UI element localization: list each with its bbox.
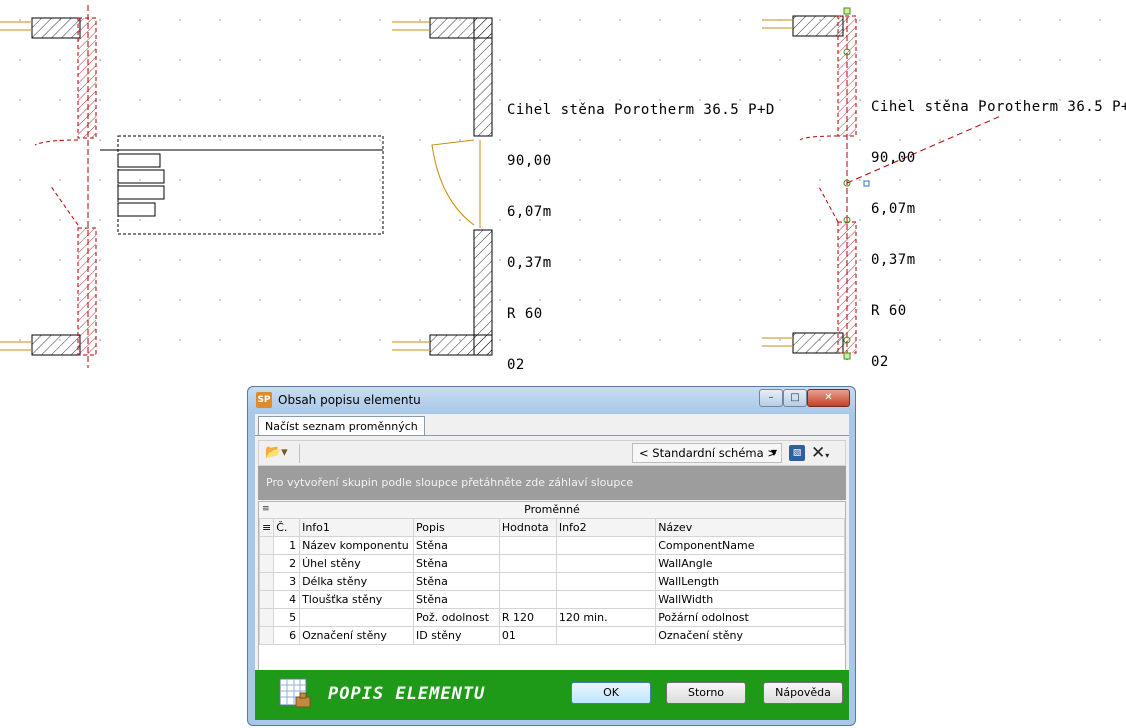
row-selector[interactable] xyxy=(258,554,275,573)
column-chooser-icon[interactable]: ≡ xyxy=(262,502,270,517)
table-cell[interactable] xyxy=(299,608,415,627)
table-cell[interactable]: WallWidth xyxy=(655,590,845,609)
table-cell[interactable]: Délka stěny xyxy=(299,572,415,591)
label-line: 6,07m xyxy=(871,201,916,217)
table-cell[interactable]: ComponentName xyxy=(655,536,845,555)
table-cell[interactable]: Pož. odolnost xyxy=(413,608,500,627)
toolbar-separator xyxy=(299,444,300,463)
table-cell[interactable]: Stěna xyxy=(413,554,500,573)
table-cell[interactable]: Název komponentu xyxy=(299,536,415,555)
table-cell[interactable]: Stěna xyxy=(413,572,500,591)
table-cell[interactable] xyxy=(498,536,557,555)
delete-icon[interactable]: ✕▾ xyxy=(811,442,829,467)
dialog-footer: POPIS ELEMENTU OK Storno Nápověda xyxy=(255,670,849,720)
table-row[interactable]: 1 Název komponentu Stěna ComponentName xyxy=(258,536,845,555)
row-selector[interactable] xyxy=(258,608,275,627)
footer-title: POPIS ELEMENTU xyxy=(328,684,486,704)
column-header[interactable]: Info1 xyxy=(299,518,415,537)
label-line: 6,07m xyxy=(507,204,552,220)
table-cell[interactable] xyxy=(555,572,657,591)
table-cell[interactable] xyxy=(498,554,557,573)
table-cell[interactable]: 120 min. xyxy=(555,608,657,627)
table-row[interactable]: 5 Pož. odolnost R 120 120 min. Požární o… xyxy=(258,608,845,627)
table-cell[interactable] xyxy=(555,554,657,573)
variables-table: ≡ Č. Info1 Popis Hodnota Info2 Název 1 N… xyxy=(258,518,845,645)
row-selector[interactable] xyxy=(258,536,275,555)
table-cell[interactable]: R 120 xyxy=(498,608,557,627)
table-cell[interactable]: 4 xyxy=(273,590,301,609)
table-cell[interactable]: Požární odolnost xyxy=(655,608,845,627)
save-icon[interactable]: ▧ xyxy=(789,445,805,461)
table-cell[interactable]: ID stěny xyxy=(413,626,500,645)
table-cell[interactable]: 01 xyxy=(498,626,557,645)
row-selector[interactable] xyxy=(258,572,275,591)
row-selector[interactable] xyxy=(258,590,275,609)
table-row[interactable]: 6 Označení stěny ID stěny 01 Označení st… xyxy=(258,626,845,645)
table-cell[interactable] xyxy=(498,572,557,591)
close-icon[interactable]: ✕ xyxy=(807,389,850,407)
schema-select-value: < Standardní schéma > xyxy=(639,446,777,460)
dialog-titlebar[interactable]: SP Obsah popisu elementu – □ ✕ xyxy=(248,387,855,413)
table-cell[interactable]: Stěna xyxy=(413,536,500,555)
table-cell[interactable] xyxy=(555,626,657,645)
row-selector[interactable] xyxy=(258,626,275,645)
chevron-down-icon: ▼ xyxy=(770,448,777,457)
toolbar: 📂▾ < Standardní schéma > ▼ ▧ ✕▾ xyxy=(258,440,846,466)
maximize-icon[interactable]: □ xyxy=(783,389,807,407)
cancel-button[interactable]: Storno xyxy=(666,682,746,704)
column-header[interactable]: Název xyxy=(655,518,845,537)
label-line: R 60 xyxy=(871,303,907,319)
band-header: ≡ Proměnné xyxy=(259,502,845,519)
table-cell[interactable]: Tloušťka stěny xyxy=(299,590,415,609)
table-cell[interactable]: 5 xyxy=(273,608,301,627)
table-row[interactable]: 2 Úhel stěny Stěna WallAngle xyxy=(258,554,845,573)
open-folder-icon[interactable]: 📂▾ xyxy=(265,445,295,461)
group-by-drop-area[interactable]: Pro vytvoření skupin podle sloupce přetá… xyxy=(258,466,846,500)
table-row[interactable]: 4 Tloušťka stěny Stěna WallWidth xyxy=(258,590,845,609)
dialog-title: Obsah popisu elementu xyxy=(278,393,421,407)
table-cell[interactable]: WallLength xyxy=(655,572,845,591)
table-cell[interactable]: Stěna xyxy=(413,590,500,609)
element-description-dialog: SP Obsah popisu elementu – □ ✕ Načíst se… xyxy=(247,386,856,726)
label-line: 90,00 xyxy=(507,153,552,169)
app-icon: SP xyxy=(256,392,272,408)
label-line: 02 xyxy=(871,354,889,370)
table-cell[interactable] xyxy=(555,590,657,609)
wall-label-right: Cihel stěna Porotherm 36.5 P+D 90,00 6,0… xyxy=(871,65,1126,388)
variables-grid: ≡ Proměnné ≡ Č. Info1 Popis Hodnota Info… xyxy=(258,501,846,687)
label-line: 90,00 xyxy=(871,150,916,166)
minimize-icon[interactable]: – xyxy=(759,389,783,407)
table-row[interactable]: 3 Délka stěny Stěna WallLength xyxy=(258,572,845,591)
column-header[interactable]: Popis xyxy=(413,518,500,537)
table-cell[interactable] xyxy=(498,590,557,609)
row-selector-header[interactable]: ≡ xyxy=(258,518,275,537)
column-header[interactable]: Info2 xyxy=(555,518,657,537)
table-cell[interactable] xyxy=(555,536,657,555)
label-line: R 60 xyxy=(507,306,543,322)
ok-button[interactable]: OK xyxy=(571,682,651,704)
table-cell[interactable]: 2 xyxy=(273,554,301,573)
label-line: Cihel stěna Porotherm 36.5 P+D xyxy=(871,99,1126,115)
table-cell[interactable]: 3 xyxy=(273,572,301,591)
wall-label-middle: Cihel stěna Porotherm 36.5 P+D 90,00 6,0… xyxy=(507,68,775,391)
element-label-icon xyxy=(279,678,311,708)
label-line: Cihel stěna Porotherm 36.5 P+D xyxy=(507,102,775,118)
table-cell[interactable]: Úhel stěny xyxy=(299,554,415,573)
column-header[interactable]: Č. xyxy=(273,518,301,537)
table-cell[interactable]: 6 xyxy=(273,626,301,645)
table-cell[interactable]: WallAngle xyxy=(655,554,845,573)
tab-load-variables[interactable]: Načíst seznam proměnných xyxy=(258,416,425,436)
table-cell[interactable]: 1 xyxy=(273,536,301,555)
help-button[interactable]: Nápověda xyxy=(763,682,843,704)
column-header[interactable]: Hodnota xyxy=(498,518,557,537)
label-line: 02 xyxy=(507,357,525,373)
table-cell[interactable]: Označení stěny xyxy=(299,626,415,645)
table-cell[interactable]: Označení stěny xyxy=(655,626,845,645)
label-line: 0,37m xyxy=(507,255,552,271)
label-line: 0,37m xyxy=(871,252,916,268)
band-header-label: Proměnné xyxy=(524,503,580,516)
schema-select[interactable]: < Standardní schéma > ▼ xyxy=(632,443,782,463)
tab-divider xyxy=(255,435,849,436)
